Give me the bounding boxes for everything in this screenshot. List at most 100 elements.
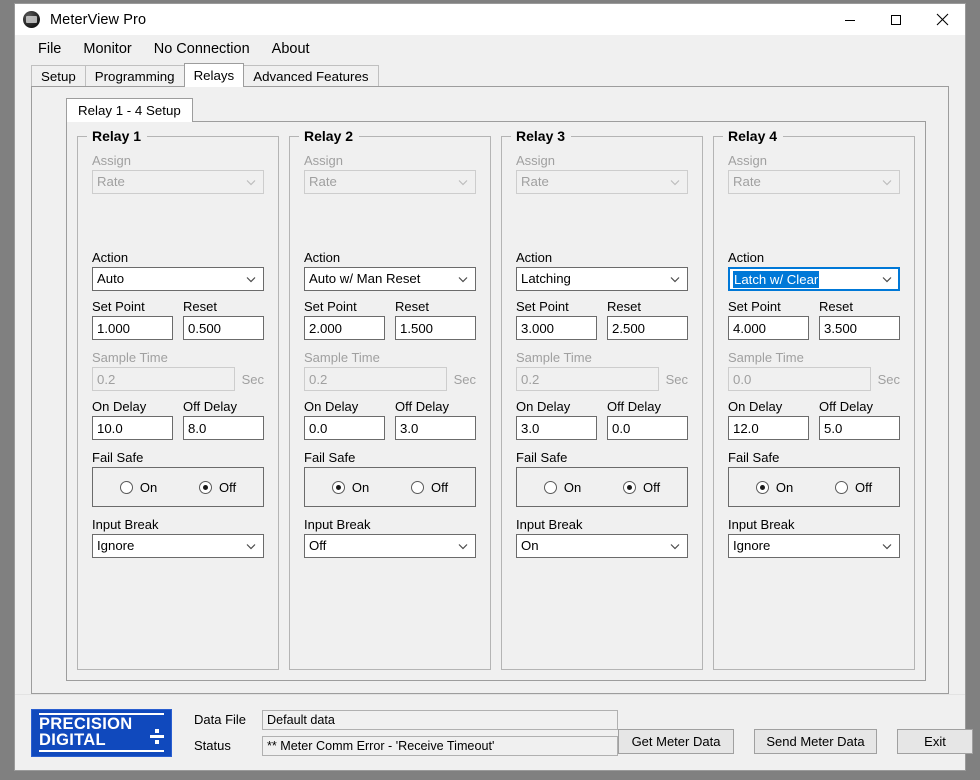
reset-input-4[interactable]: 3.500 bbox=[819, 316, 900, 340]
fail-safe-off-radio-1[interactable]: Off bbox=[198, 479, 237, 495]
assign-select-1: Rate bbox=[92, 170, 264, 194]
on-delay-input-1[interactable]: 10.0 bbox=[92, 416, 173, 440]
menu-item-no-connection[interactable]: No Connection bbox=[143, 38, 261, 60]
chevron-down-icon bbox=[667, 276, 683, 283]
assign-select-2: Rate bbox=[304, 170, 476, 194]
sample-time-unit-3: Sec bbox=[665, 371, 688, 387]
radio-icon bbox=[755, 480, 769, 494]
fail-safe-off-radio-2[interactable]: Off bbox=[410, 480, 448, 494]
set-point-input-4[interactable]: 4.000 bbox=[728, 316, 809, 340]
relays-tab-page: Relay 1 - 4 Setup Relay 1 Assign Rate Ac… bbox=[31, 86, 949, 694]
fail-safe-off-label-1: Off bbox=[218, 479, 237, 495]
on-delay-input-4[interactable]: 12.0 bbox=[728, 416, 809, 440]
relay-group-4-title: Relay 4 bbox=[723, 128, 784, 144]
on-delay-input-2[interactable]: 0.0 bbox=[304, 416, 385, 440]
data-file-label: Data File bbox=[194, 712, 247, 727]
input-break-select-4[interactable]: Ignore bbox=[728, 534, 900, 558]
maximize-icon[interactable] bbox=[873, 4, 919, 35]
status-bar: PRECISION DIGITAL Data File Default data… bbox=[15, 694, 973, 770]
title-bar: MeterView Pro bbox=[15, 4, 965, 35]
radio-icon bbox=[331, 480, 345, 494]
action-select-2[interactable]: Auto w/ Man Reset bbox=[304, 267, 476, 291]
set-point-input-1[interactable]: 1.000 bbox=[92, 316, 173, 340]
app-window: MeterView Pro File Monitor No Connection… bbox=[14, 3, 973, 771]
fail-safe-on-radio-1[interactable]: On bbox=[119, 480, 157, 494]
minimize-icon[interactable] bbox=[827, 4, 873, 35]
relay-group-2: Relay 2 Assign Rate Action Auto w/ Man R… bbox=[289, 128, 491, 670]
sample-time-input-3: 0.2 bbox=[516, 367, 659, 391]
on-delay-label-4: On Delay bbox=[728, 399, 783, 414]
reset-label-2: Reset bbox=[395, 299, 429, 314]
sub-tab-relay-1-4-setup[interactable]: Relay 1 - 4 Setup bbox=[66, 98, 193, 122]
set-point-input-3[interactable]: 3.000 bbox=[516, 316, 597, 340]
off-delay-input-4[interactable]: 5.0 bbox=[819, 416, 900, 440]
action-label-4: Action bbox=[728, 250, 765, 265]
input-break-label-1: Input Break bbox=[92, 517, 159, 532]
fail-safe-on-radio-2[interactable]: On bbox=[331, 480, 369, 494]
close-icon[interactable] bbox=[919, 4, 965, 35]
fail-safe-on-radio-3[interactable]: On bbox=[543, 480, 581, 494]
chevron-down-icon bbox=[667, 179, 683, 186]
reset-input-3[interactable]: 2.500 bbox=[607, 316, 688, 340]
radio-icon bbox=[834, 480, 848, 494]
off-delay-input-2[interactable]: 3.0 bbox=[395, 416, 476, 440]
on-delay-input-3[interactable]: 3.0 bbox=[516, 416, 597, 440]
action-select-4[interactable]: Latch w/ Clear bbox=[728, 267, 900, 291]
action-value-3: Latching bbox=[521, 272, 571, 286]
chevron-down-icon bbox=[879, 543, 895, 550]
assign-value-3: Rate bbox=[521, 175, 549, 189]
tab-programming[interactable]: Programming bbox=[84, 65, 185, 86]
status-row: Status ** Meter Comm Error - 'Receive Ti… bbox=[194, 735, 618, 756]
set-point-label-2: Set Point bbox=[304, 299, 357, 314]
fail-safe-off-radio-4[interactable]: Off bbox=[834, 480, 872, 494]
off-delay-input-3[interactable]: 0.0 bbox=[607, 416, 688, 440]
assign-value-2: Rate bbox=[309, 175, 337, 189]
assign-value-1: Rate bbox=[97, 175, 125, 189]
menu-item-about[interactable]: About bbox=[261, 38, 321, 60]
action-buttons: Get Meter Data Send Meter Data Exit bbox=[618, 711, 979, 754]
chevron-down-icon bbox=[879, 179, 895, 186]
radio-icon bbox=[543, 480, 557, 494]
input-break-label-2: Input Break bbox=[304, 517, 371, 532]
assign-select-3: Rate bbox=[516, 170, 688, 194]
relay-group-3-title: Relay 3 bbox=[511, 128, 572, 144]
send-meter-data-button[interactable]: Send Meter Data bbox=[754, 729, 877, 754]
action-select-1[interactable]: Auto bbox=[92, 267, 264, 291]
set-point-input-2[interactable]: 2.000 bbox=[304, 316, 385, 340]
fail-safe-on-radio-4[interactable]: On bbox=[755, 480, 793, 494]
data-file-value: Default data bbox=[262, 709, 618, 730]
sample-time-label-1: Sample Time bbox=[92, 350, 168, 365]
input-break-select-2[interactable]: Off bbox=[304, 534, 476, 558]
assign-label-4: Assign bbox=[728, 153, 768, 168]
reset-label-3: Reset bbox=[607, 299, 641, 314]
input-break-select-1[interactable]: Ignore bbox=[92, 534, 264, 558]
radio-icon bbox=[410, 480, 424, 494]
reset-label-1: Reset bbox=[183, 299, 217, 314]
fail-safe-label-4: Fail Safe bbox=[728, 450, 780, 465]
off-delay-input-1[interactable]: 8.0 bbox=[183, 416, 264, 440]
action-label-1: Action bbox=[92, 250, 129, 265]
chevron-down-icon bbox=[455, 276, 471, 283]
on-delay-label-1: On Delay bbox=[92, 399, 147, 414]
reset-input-1[interactable]: 0.500 bbox=[183, 316, 264, 340]
action-label-2: Action bbox=[304, 250, 341, 265]
menu-item-file[interactable]: File bbox=[27, 38, 72, 60]
exit-button[interactable]: Exit bbox=[897, 729, 973, 754]
tab-setup[interactable]: Setup bbox=[31, 65, 86, 86]
sample-time-unit-1: Sec bbox=[241, 371, 264, 387]
off-delay-label-2: Off Delay bbox=[395, 399, 449, 414]
sample-time-input-4: 0.0 bbox=[728, 367, 871, 391]
status-value: ** Meter Comm Error - 'Receive Timeout' bbox=[262, 735, 618, 756]
sample-time-unit-4: Sec bbox=[877, 371, 900, 387]
action-select-3[interactable]: Latching bbox=[516, 267, 688, 291]
assign-label-1: Assign bbox=[92, 153, 132, 168]
menu-item-monitor[interactable]: Monitor bbox=[72, 38, 142, 60]
window-title: MeterView Pro bbox=[50, 11, 147, 28]
input-break-label-4: Input Break bbox=[728, 517, 795, 532]
input-break-select-3[interactable]: On bbox=[516, 534, 688, 558]
tab-advanced-features[interactable]: Advanced Features bbox=[243, 65, 379, 86]
reset-input-2[interactable]: 1.500 bbox=[395, 316, 476, 340]
tab-relays[interactable]: Relays bbox=[183, 63, 245, 87]
get-meter-data-button[interactable]: Get Meter Data bbox=[618, 729, 734, 754]
fail-safe-off-radio-3[interactable]: Off bbox=[622, 480, 660, 494]
